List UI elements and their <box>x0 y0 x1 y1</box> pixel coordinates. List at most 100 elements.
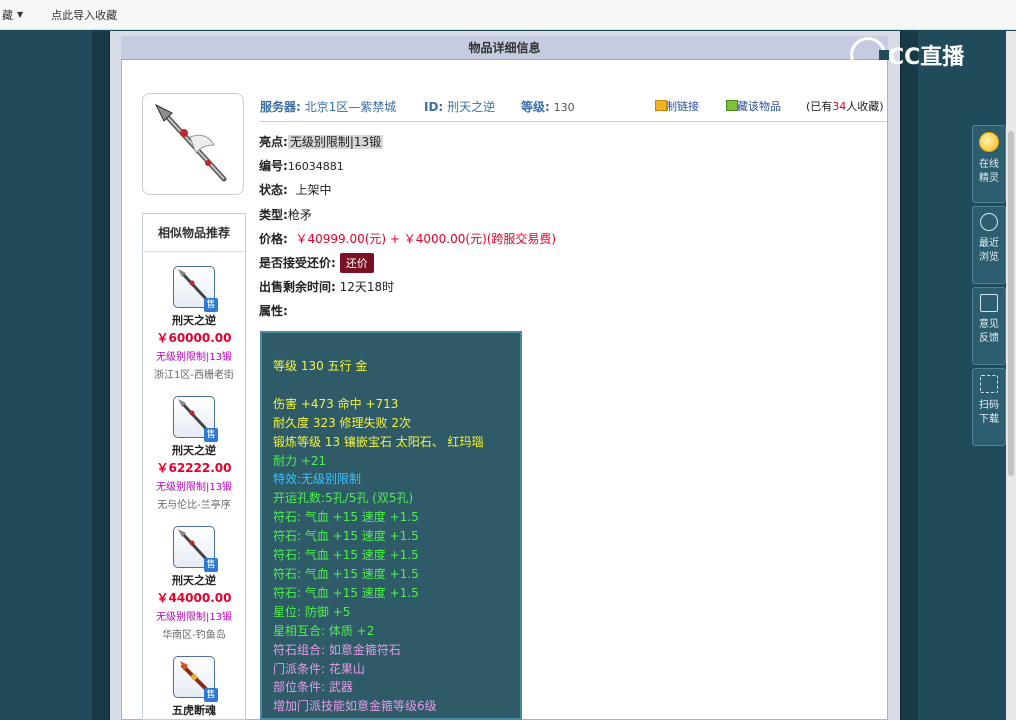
similar-item-name[interactable]: 刑天之逆 <box>143 312 245 328</box>
floatbar-label: 浏览 <box>979 252 999 263</box>
attribute-line: 符石组合: 如意金箍符石 <box>273 642 401 657</box>
copy-link-icon <box>655 100 667 111</box>
level-value: 130 <box>553 101 575 114</box>
similar-item-name[interactable]: 五虎断魂 <box>143 702 245 718</box>
number-row: 编号:16034881 <box>259 157 344 174</box>
id-field: ID: 刑天之逆 <box>424 98 495 115</box>
scan-icon <box>980 375 998 393</box>
online-assistant-button[interactable]: 在线 精灵 <box>972 125 1006 203</box>
remaining-time-value: 12天18时 <box>339 280 395 294</box>
spear-icon: 售 <box>173 266 218 312</box>
scrollbar-thumb[interactable] <box>1008 131 1014 476</box>
attributes-row: 属性: <box>259 302 288 319</box>
floatbar-label: 精灵 <box>979 173 999 184</box>
attribute-line: 耐力 +21 <box>273 453 327 468</box>
bargain-row: 是否接受还价: 还价 <box>259 253 374 273</box>
attribute-line: 符石: 气血 +15 速度 +1.5 <box>273 529 419 544</box>
level-label: 等级: <box>521 100 550 114</box>
similar-item-server: 华南区-钓鱼岛 <box>162 630 226 641</box>
level-field: 等级: 130 <box>521 98 575 115</box>
sale-badge: 售 <box>204 428 218 442</box>
item-image <box>142 93 244 195</box>
type-value: 枪矛 <box>287 208 312 222</box>
floatbar-label: 扫码 <box>979 400 999 411</box>
clock-icon <box>980 213 998 231</box>
highlight-row: 亮点: 无级别限制|13锻 <box>259 133 384 150</box>
server-value: 北京1区—紫禁城 <box>304 100 397 114</box>
status-value: 上架中 <box>295 183 332 197</box>
logo-text: CC直播 <box>888 45 965 70</box>
similar-items-title: 相似物品推荐 <box>143 214 245 252</box>
sword-icon: 售 <box>173 656 218 702</box>
similar-item-price: ￥44000.00 <box>156 591 232 605</box>
page-scrollbar[interactable] <box>1006 31 1016 720</box>
spear-icon: 售 <box>173 526 218 572</box>
sale-badge: 售 <box>204 558 218 572</box>
left-border <box>92 31 110 720</box>
attribute-line <box>273 376 520 395</box>
attribute-line: 等级 130 五行 金 <box>273 359 368 373</box>
similar-item-tag: 无级别限制|13锻 <box>155 482 233 493</box>
similar-item[interactable]: 售 刑天之逆 ￥62222.00 无级别限制|13锻 无与伦比-兰亭序 <box>143 396 245 511</box>
import-bookmarks-link[interactable]: 点此导入收藏 <box>33 5 127 25</box>
similar-item-name[interactable]: 刑天之逆 <box>143 442 245 458</box>
price-label: 价格: <box>259 232 288 246</box>
floatbar-label: 最近 <box>979 238 999 249</box>
attribute-line: 符石: 气血 +15 速度 +1.5 <box>273 566 419 581</box>
remaining-time-label: 出售剩余时间: <box>259 280 336 294</box>
feedback-button[interactable]: 意见 反馈 <box>972 287 1006 365</box>
attribute-line: 星相互合: 体质 +2 <box>273 623 375 638</box>
edit-icon <box>980 294 998 312</box>
item-info-line: 服务器: 北京1区—紫禁城 ID: 刑天之逆 等级: 130 复制链接 收藏该物… <box>259 96 887 122</box>
similar-item[interactable]: 售 刑天之逆 ￥44000.00 无级别限制|13锻 华南区-钓鱼岛 <box>143 526 245 641</box>
highlight-label: 亮点: <box>259 135 288 149</box>
avatar-icon <box>979 132 999 152</box>
import-bookmarks-label: 点此导入收藏 <box>51 8 118 22</box>
similar-item-tag: 无级别限制|13锻 <box>155 352 233 363</box>
highlight-value: 无级别限制|13锻 <box>287 135 384 149</box>
cc-live-logo: CC直播 <box>850 36 990 74</box>
status-label: 状态: <box>259 183 288 197</box>
attributes-box: 等级 130 五行 金 伤害 +473 命中 +713 耐久度 323 修理失败 … <box>260 331 522 720</box>
attribute-line: 开运孔数:5孔/5孔 (双5孔) <box>273 491 414 506</box>
copy-link-button[interactable]: 复制链接 <box>655 98 699 114</box>
attribute-line: 符石: 气血 +15 速度 +1.5 <box>273 510 419 525</box>
sale-badge: 售 <box>204 688 218 702</box>
favorite-prefix: (已有 <box>806 100 833 113</box>
attribute-line: 部位条件: 武器 <box>273 680 353 695</box>
sale-badge: 售 <box>204 298 218 312</box>
similar-item-name[interactable]: 刑天之逆 <box>143 572 245 588</box>
attribute-line: 特效:无级别限制 <box>273 472 362 487</box>
attribute-line: 耐久度 323 修理失败 2次 <box>273 415 411 430</box>
chevron-down-icon: ▼ <box>17 10 24 19</box>
similar-item-server: 无与伦比-兰亭序 <box>157 500 231 511</box>
scan-download-button[interactable]: 扫码 下载 <box>972 368 1006 446</box>
similar-item[interactable]: 售 五虎断魂 <box>143 656 245 718</box>
attributes-label: 属性: <box>259 304 288 318</box>
type-row: 类型:枪矛 <box>259 206 312 223</box>
similar-item-price: ￥62222.00 <box>156 461 232 475</box>
logo-mark-icon <box>850 37 889 73</box>
attribute-line: 符石: 气血 +15 速度 +1.5 <box>273 548 419 563</box>
floatbar-label: 下载 <box>979 414 999 425</box>
bargain-label: 是否接受还价: <box>259 256 336 270</box>
recent-browse-button[interactable]: 最近 浏览 <box>972 206 1006 284</box>
favorite-suffix: 人收藏) <box>846 100 884 113</box>
page-title: 物品详细信息 <box>121 36 888 60</box>
server-label: 服务器: <box>260 100 301 114</box>
similar-items-panel: 相似物品推荐 售 刑天之逆 ￥60000.00 无级别限制|13锻 浙江1区-西… <box>142 213 246 720</box>
favorite-icon <box>726 100 738 111</box>
bargain-button[interactable]: 还价 <box>339 253 374 273</box>
attribute-line: 符石: 气血 +15 速度 +1.5 <box>273 585 419 600</box>
right-border <box>900 31 918 720</box>
floatbar-label: 反馈 <box>979 333 999 344</box>
bookmarks-folder[interactable]: 藏 ▼ <box>0 5 33 25</box>
id-value: 刑天之逆 <box>447 100 496 114</box>
attribute-line: 锻炼等级 13 镶嵌宝石 太阳石、 红玛瑙 <box>273 434 484 449</box>
status-row: 状态: 上架中 <box>259 181 331 198</box>
similar-item[interactable]: 售 刑天之逆 ￥60000.00 无级别限制|13锻 浙江1区-西栅老街 <box>143 266 245 381</box>
floatbar-label: 意见 <box>979 319 999 330</box>
number-label: 编号: <box>259 159 288 173</box>
favorite-button[interactable]: 收藏该物品 <box>726 98 781 114</box>
attribute-line: 门派条件: 花果山 <box>273 661 365 676</box>
